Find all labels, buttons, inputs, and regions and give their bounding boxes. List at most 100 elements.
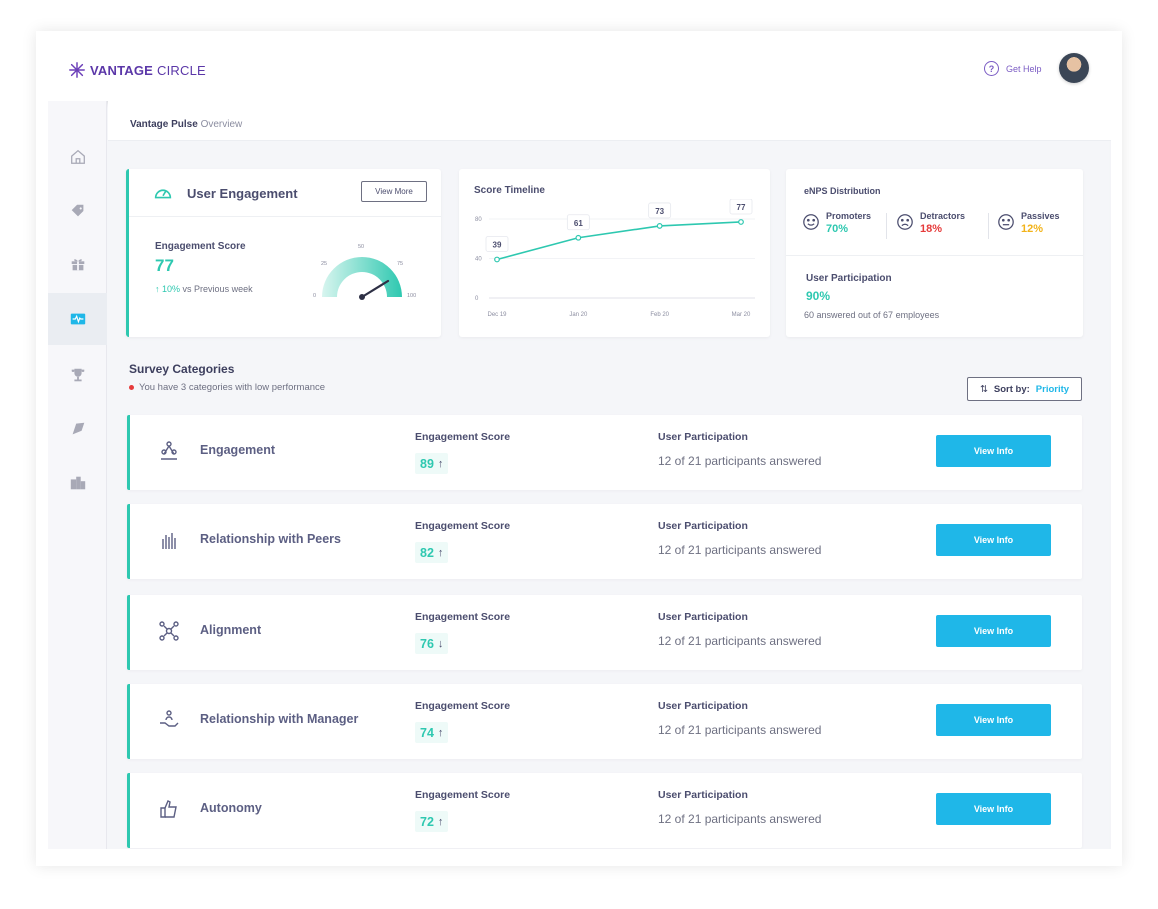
user-participation-text: 12 of 21 participants answered	[658, 812, 822, 826]
data-point[interactable]	[656, 223, 663, 229]
tag-icon	[71, 204, 83, 217]
get-help-link[interactable]: ? Get Help	[984, 61, 1042, 76]
engagement-score-badge: 72 ↑	[415, 811, 449, 832]
passives-value: 12%	[1021, 223, 1044, 235]
view-more-button[interactable]: View More	[361, 181, 427, 202]
enps-card: eNPS Distribution Promoters 70% Detracto…	[786, 169, 1083, 337]
category-name: Engagement	[200, 443, 276, 457]
detractors-value: 18%	[920, 223, 943, 235]
sort-label: Sort by:	[993, 383, 1030, 395]
sidebar-item-pulse[interactable]	[48, 293, 107, 345]
hand-person-icon	[157, 708, 181, 732]
view-info-button[interactable]: View Info	[936, 793, 1051, 825]
engagement-score-value: 82	[420, 545, 434, 560]
sidebar-item-home[interactable]	[48, 131, 107, 183]
gauge-tick-25: 25	[321, 261, 327, 267]
brand-logo[interactable]: VANTAGE CIRCLE	[68, 61, 206, 79]
gauge-tick-50: 50	[358, 244, 364, 250]
y-tick-label: 0	[475, 296, 479, 302]
engagement-score-value: 76	[420, 636, 434, 651]
gift-icon	[71, 259, 84, 271]
sidebar-item-company[interactable]	[48, 457, 107, 509]
neutral-face-icon	[998, 214, 1014, 230]
category-name: Relationship with Peers	[200, 532, 342, 546]
user-avatar[interactable]	[1059, 53, 1089, 83]
question-circle-icon: ?	[984, 61, 999, 76]
y-tick-label: 40	[475, 257, 482, 263]
enps-title: eNPS Distribution	[804, 186, 881, 196]
engagement-gauge: 0 25 50 75 100	[313, 244, 416, 300]
user-participation-text: 12 of 21 participants answered	[658, 634, 822, 648]
trend-arrow-icon: ↑	[437, 726, 444, 739]
engagement-score-label: Engagement Score	[415, 700, 511, 712]
user-participation-label: User Participation	[658, 789, 748, 801]
engagement-score-value: 77	[155, 256, 174, 275]
view-info-button[interactable]: View Info	[936, 524, 1051, 556]
category-name: Relationship with Manager	[200, 712, 359, 726]
view-info-button[interactable]: View Info	[936, 704, 1051, 736]
main-app: Vantage Pulse Overview User Engagement V…	[48, 101, 1111, 849]
sidebar-item-offers[interactable]	[48, 185, 107, 237]
trend-arrow-icon: ↑	[437, 457, 444, 470]
engagement-score-badge: 82 ↑	[415, 542, 449, 563]
detractors-label: Detractors	[920, 211, 966, 221]
user-participation-sub: 60 answered out of 67 employees	[804, 310, 940, 320]
enps-promoters: Promoters 70%	[802, 211, 871, 235]
network-icon	[157, 619, 181, 643]
smile-face-icon	[803, 214, 819, 230]
gauge-tick-0: 0	[313, 293, 316, 299]
engagement-trend: ↑ 10% vs Previous week	[155, 284, 253, 294]
survey-row: Engagement Engagement Score 89 ↑ User Partic…	[127, 415, 1082, 490]
sort-button[interactable]: ⇅ Sort by: Priority	[967, 377, 1082, 401]
starburst-icon	[69, 62, 85, 78]
breadcrumb-sub: Overview	[200, 119, 243, 130]
logo-text-bold: VANTAGE	[90, 62, 154, 78]
user-participation-text: 12 of 21 participants answered	[658, 543, 822, 557]
series-line	[496, 221, 742, 261]
score-timeline-title: Score Timeline	[474, 185, 545, 196]
category-name: Autonomy	[200, 801, 262, 815]
breadcrumb-bar: Vantage Pulse Overview	[108, 101, 1111, 141]
triangle-people-icon	[157, 439, 181, 463]
user-engagement-header: User Engagement View More	[129, 169, 441, 217]
breadcrumb-main[interactable]: Vantage Pulse	[130, 119, 198, 130]
data-point[interactable]	[494, 256, 500, 263]
engagement-score-badge: 74 ↑	[415, 722, 449, 743]
view-info-button[interactable]: View Info	[936, 615, 1051, 647]
user-participation-label: User Participation	[658, 431, 748, 443]
data-label: 73	[655, 207, 664, 216]
engagement-score-badge: 76 ↓	[415, 633, 449, 654]
engagement-score-label: Engagement Score	[415, 431, 511, 443]
promoters-label: Promoters	[826, 211, 872, 221]
sidebar-item-explore[interactable]	[48, 403, 107, 455]
trend-arrow-icon: ↑	[437, 546, 444, 559]
data-label: 77	[737, 203, 746, 212]
x-tick-label: Mar 20	[732, 312, 751, 318]
view-info-button[interactable]: View Info	[936, 435, 1051, 467]
user-engagement-title: User Engagement	[187, 186, 298, 201]
high-five-icon	[157, 528, 181, 552]
sidebar-item-rewards[interactable]	[48, 238, 107, 290]
speedometer-icon	[154, 189, 172, 199]
buildings-icon	[70, 476, 85, 490]
score-timeline-card: Score Timeline 0 40 80 Dec 19 Jan 20 Feb 20 Ma…	[459, 169, 770, 337]
data-point[interactable]	[575, 234, 582, 241]
pulse-icon	[70, 313, 85, 325]
survey-warning-text: You have 3 categories with low performan…	[139, 382, 326, 393]
engagement-score-label: Engagement Score	[415, 789, 511, 801]
trophy-icon	[71, 368, 84, 382]
survey-row: Autonomy Engagement Score 72 ↑ User Particip…	[127, 773, 1082, 848]
app-window: VANTAGE CIRCLE ? Get Help Vantage Pulse …	[36, 31, 1122, 866]
user-participation-label: User Participation	[658, 520, 748, 532]
sort-arrows-icon: ⇅	[979, 383, 988, 395]
user-engagement-card: User Engagement View More Engagement Sco…	[126, 169, 441, 337]
sort-value: Priority	[1035, 383, 1070, 395]
category-name: Alignment	[200, 623, 262, 637]
survey-row: Relationship with Peers Engagement Score 8…	[127, 504, 1082, 579]
x-tick-label: Feb 20	[650, 312, 669, 318]
trend-percent: 10%	[162, 284, 181, 294]
data-point[interactable]	[738, 219, 744, 225]
enps-separator	[786, 255, 1083, 256]
sidebar	[48, 101, 107, 849]
sidebar-item-awards[interactable]	[48, 349, 107, 401]
